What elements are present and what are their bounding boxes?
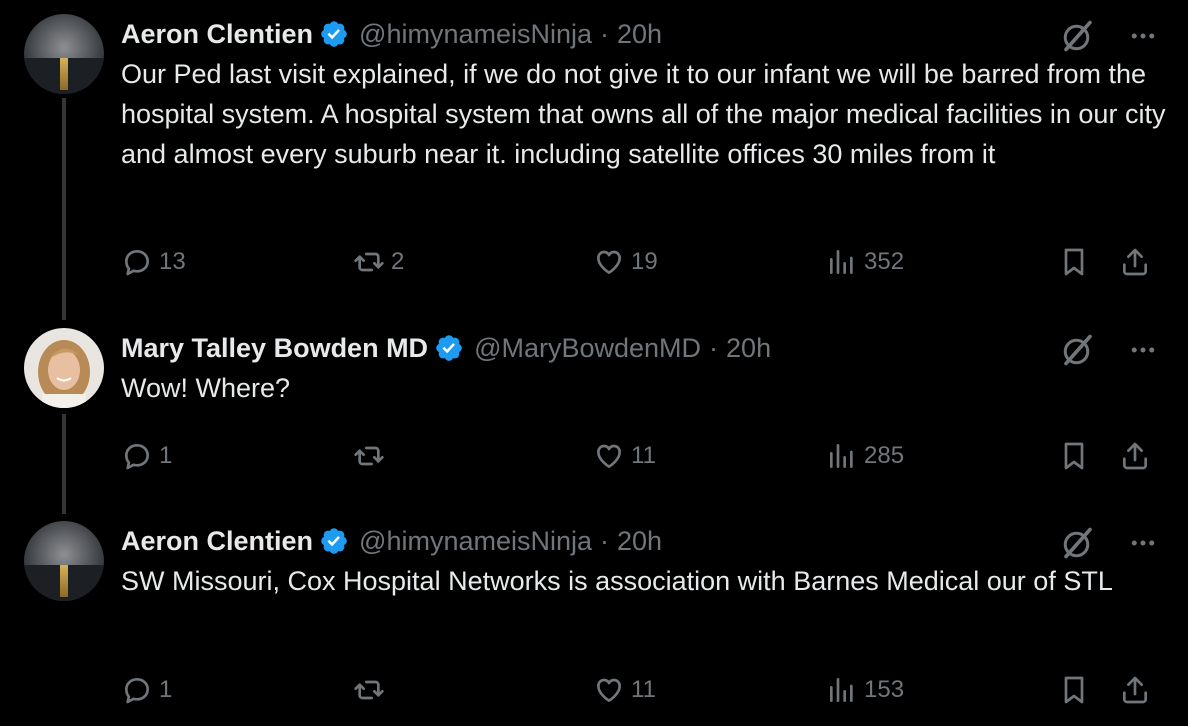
tweet[interactable]: Mary Talley Bowden MD @MaryBowdenMD · 20… [0,328,1188,498]
view-count: 285 [864,442,905,469]
more-options-icon[interactable] [1128,528,1158,558]
moonlit-sea-avatar-icon [24,14,104,94]
like-count: 11 [631,676,656,703]
share-icon [1119,246,1151,278]
views-icon [826,440,858,472]
reply-count: 1 [159,676,173,703]
separator-dot: · [600,18,610,49]
verified-badge-icon [434,333,464,363]
repost-button[interactable] [353,436,391,476]
verified-badge-icon [319,526,349,556]
repost-icon [353,440,385,472]
tweet-header: Mary Talley Bowden MD @MaryBowdenMD · 20… [121,328,771,368]
heart-icon [593,440,625,472]
heart-icon [593,674,625,706]
woman-portrait-avatar-icon [24,328,104,408]
author-name[interactable]: Aeron Clentien [121,19,313,50]
tweet-header: Aeron Clentien @himynameisNinja · 20h [121,521,662,561]
tweet-text: Our Ped last visit explained, if we do n… [121,59,1166,169]
author-handle[interactable]: @himynameisNinja [359,526,592,557]
tweet[interactable]: Aeron Clentien @himynameisNinja · 20h Ou… [0,14,1188,304]
grok-icon[interactable] [1060,525,1096,561]
views-button[interactable]: 352 [826,242,904,282]
avatar[interactable] [24,328,104,408]
views-icon [826,674,858,706]
tweet[interactable]: Aeron Clentien @himynameisNinja · 20h SW… [0,521,1188,721]
bookmark-icon [1058,440,1090,472]
author-name[interactable]: Mary Talley Bowden MD [121,333,428,364]
grok-icon[interactable] [1060,18,1096,54]
bookmark-button[interactable] [1058,670,1090,710]
repost-button[interactable]: 2 [353,242,404,282]
tweet-text: SW Missouri, Cox Hospital Networks is as… [121,566,1113,596]
views-button[interactable]: 285 [826,436,904,476]
avatar[interactable] [24,521,104,601]
reply-icon [121,674,153,706]
tweet-text: Wow! Where? [121,373,291,403]
action-bar: 1 11 153 [121,670,1161,710]
reply-icon [121,440,153,472]
reply-icon [121,246,153,278]
tweet-header: Aeron Clentien @himynameisNinja · 20h [121,14,662,54]
repost-icon [353,246,385,278]
timestamp[interactable]: 20h [617,526,662,557]
reply-count: 1 [159,442,173,469]
share-icon [1119,674,1151,706]
separator-dot: · [709,332,719,363]
bookmark-button[interactable] [1058,242,1090,282]
share-button[interactable] [1119,436,1151,476]
more-options-icon[interactable] [1128,335,1158,365]
repost-icon [353,674,385,706]
verified-badge-icon [319,19,349,49]
author-handle[interactable]: @MaryBowdenMD [474,333,701,364]
timestamp[interactable]: 20h [726,333,771,364]
avatar[interactable] [24,14,104,94]
bookmark-button[interactable] [1058,436,1090,476]
like-button[interactable]: 19 [593,242,658,282]
action-bar: 1 11 285 [121,436,1161,476]
like-count: 11 [631,442,656,469]
bookmark-icon [1058,246,1090,278]
reply-button[interactable]: 1 [121,436,172,476]
like-button[interactable]: 11 [593,436,656,476]
share-icon [1119,440,1151,472]
repost-button[interactable] [353,670,391,710]
reply-button[interactable]: 13 [121,242,186,282]
grok-icon[interactable] [1060,332,1096,368]
author-name[interactable]: Aeron Clentien [121,526,313,557]
view-count: 153 [864,676,905,703]
author-handle[interactable]: @himynameisNinja [359,19,592,50]
action-bar: 13 2 19 352 [121,242,1161,282]
like-button[interactable]: 11 [593,670,656,710]
like-count: 19 [631,248,658,275]
heart-icon [593,246,625,278]
view-count: 352 [864,248,905,275]
views-icon [826,246,858,278]
repost-count: 2 [391,248,405,275]
reply-count: 13 [159,248,186,275]
views-button[interactable]: 153 [826,670,904,710]
bookmark-icon [1058,674,1090,706]
more-options-icon[interactable] [1128,21,1158,51]
separator-dot: · [600,525,610,556]
moonlit-sea-avatar-icon [24,521,104,601]
share-button[interactable] [1119,242,1151,282]
timestamp[interactable]: 20h [617,19,662,50]
share-button[interactable] [1119,670,1151,710]
reply-button[interactable]: 1 [121,670,172,710]
